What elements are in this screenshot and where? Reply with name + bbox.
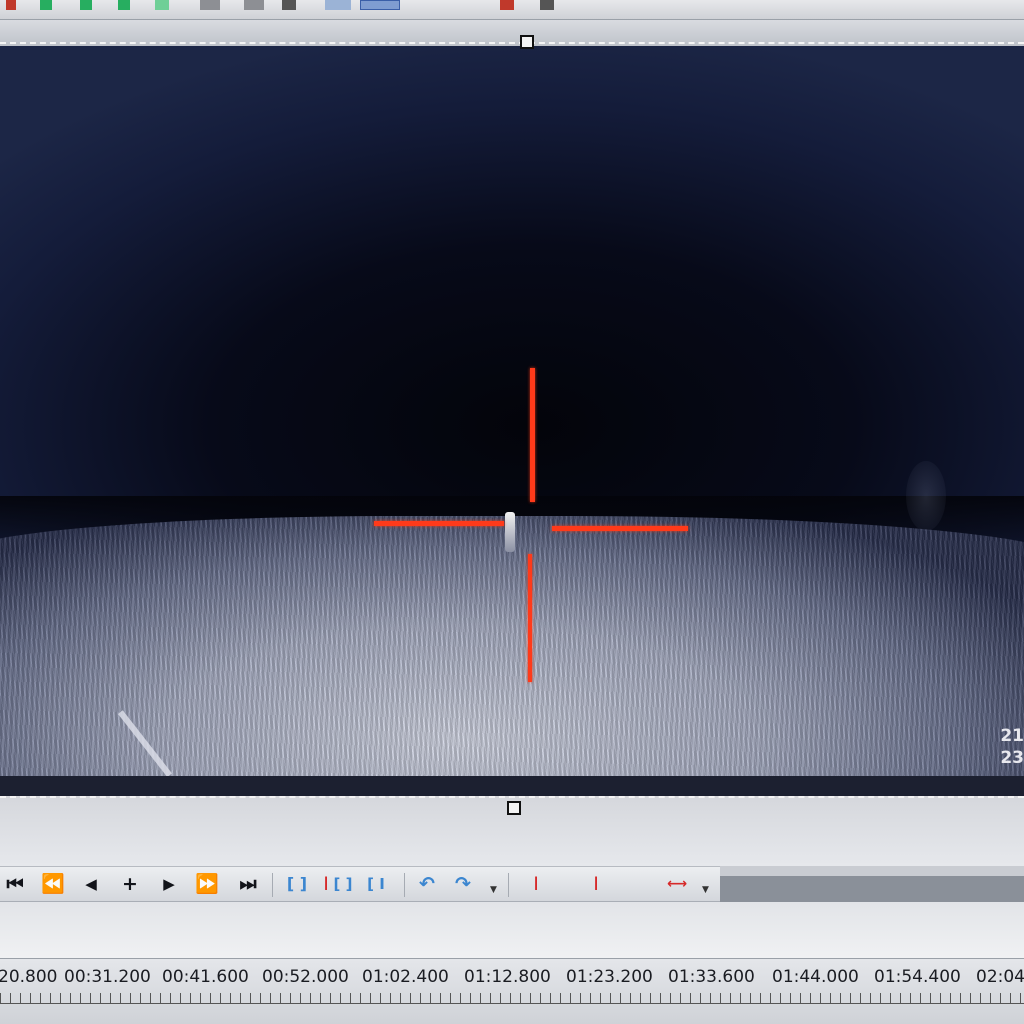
video-preview[interactable]: 21 23 <box>0 46 1024 776</box>
toolbar-icon[interactable] <box>80 0 92 10</box>
play-button[interactable]: ▶ <box>158 871 180 897</box>
selection-bottom-border <box>0 796 1024 798</box>
toolbar-icon[interactable] <box>540 0 554 10</box>
toolbar-icon[interactable] <box>6 0 16 10</box>
crosshair-left <box>374 521 504 526</box>
chevron-down-icon[interactable]: ▼ <box>490 885 497 895</box>
tick-label: 01:02.400 <box>362 967 449 987</box>
separator <box>272 873 273 897</box>
transport-bar: ⏮ ⏪ ◀ + ▶ ⏩ ⏭ [ ] I [ ] [ I ↶ ↷ ▼ I I ⟷ … <box>0 866 720 902</box>
undo-button[interactable]: ↶ <box>412 871 442 897</box>
target-animal <box>505 512 515 552</box>
crosshair-top <box>530 368 535 502</box>
selection-handle-top[interactable] <box>520 35 534 49</box>
fast-forward-button[interactable]: ⏩ <box>194 871 220 897</box>
top-toolbar <box>0 0 1024 20</box>
selection-top-border <box>0 42 1024 44</box>
toolbar-icon[interactable] <box>40 0 52 10</box>
tick-label: 01:23.200 <box>566 967 653 987</box>
toolbar-icon[interactable] <box>282 0 296 10</box>
toolbar-icon[interactable] <box>118 0 130 10</box>
crosshair-right <box>552 526 688 531</box>
separator <box>404 873 405 897</box>
mark-clip-b-button[interactable]: [ I <box>358 871 394 897</box>
tick-label: 02:04 <box>976 967 1024 987</box>
video-bottom-band <box>0 776 1024 796</box>
ruler-baseline <box>0 1003 1024 1004</box>
redo-button[interactable]: ↷ <box>448 871 478 897</box>
split-b-button[interactable]: I <box>584 871 608 897</box>
toolbar-icon[interactable] <box>155 0 169 10</box>
tick-label: 00:41.600 <box>162 967 249 987</box>
step-back-button[interactable]: ◀ <box>80 871 102 897</box>
tick-label: 01:12.800 <box>464 967 551 987</box>
chevron-down-icon[interactable]: ▼ <box>702 885 709 895</box>
timeline-ruler[interactable]: 20.800 00:31.200 00:41.600 00:52.000 01:… <box>0 958 1024 1024</box>
frame-button[interactable]: + <box>116 871 144 897</box>
glare <box>906 461 946 531</box>
go-to-end-button[interactable]: ⏭ <box>234 871 262 897</box>
toolbar-icon[interactable] <box>244 0 264 10</box>
tick-label: 20.800 <box>0 967 58 987</box>
toolbar-icon[interactable] <box>500 0 514 10</box>
ruler-ticks <box>0 993 1024 1003</box>
split-c-button[interactable]: ⟷ <box>664 871 690 897</box>
split-a-button[interactable]: I <box>524 871 548 897</box>
tick-label: 01:33.600 <box>668 967 755 987</box>
mark-clip-a-button[interactable]: [ ] <box>330 871 356 897</box>
tick-label: 01:44.000 <box>772 967 859 987</box>
osd-text-2: 23 <box>1000 748 1024 768</box>
video-editor-window: 21 23 ⏮ ⏪ ◀ + ▶ ⏩ ⏭ [ ] I [ ] [ I ↶ ↷ ▼ … <box>0 0 1024 1024</box>
grass-field <box>0 516 1024 776</box>
tick-label: 00:31.200 <box>64 967 151 987</box>
mark-in-out-button[interactable]: [ ] <box>282 871 312 897</box>
tick-label: 01:54.400 <box>874 967 961 987</box>
separator <box>508 873 509 897</box>
toolbar-icon[interactable] <box>360 0 400 10</box>
go-to-start-button[interactable]: ⏮ <box>2 871 28 897</box>
crosshair-bottom <box>528 554 532 682</box>
selection-handle-bottom[interactable] <box>507 801 521 815</box>
timeline-header <box>0 902 1024 958</box>
toolbar-icon[interactable] <box>200 0 220 10</box>
rewind-button[interactable]: ⏪ <box>40 871 66 897</box>
osd-text-1: 21 <box>1000 726 1024 746</box>
tick-label: 00:52.000 <box>262 967 349 987</box>
toolbar-icon[interactable] <box>325 0 351 10</box>
